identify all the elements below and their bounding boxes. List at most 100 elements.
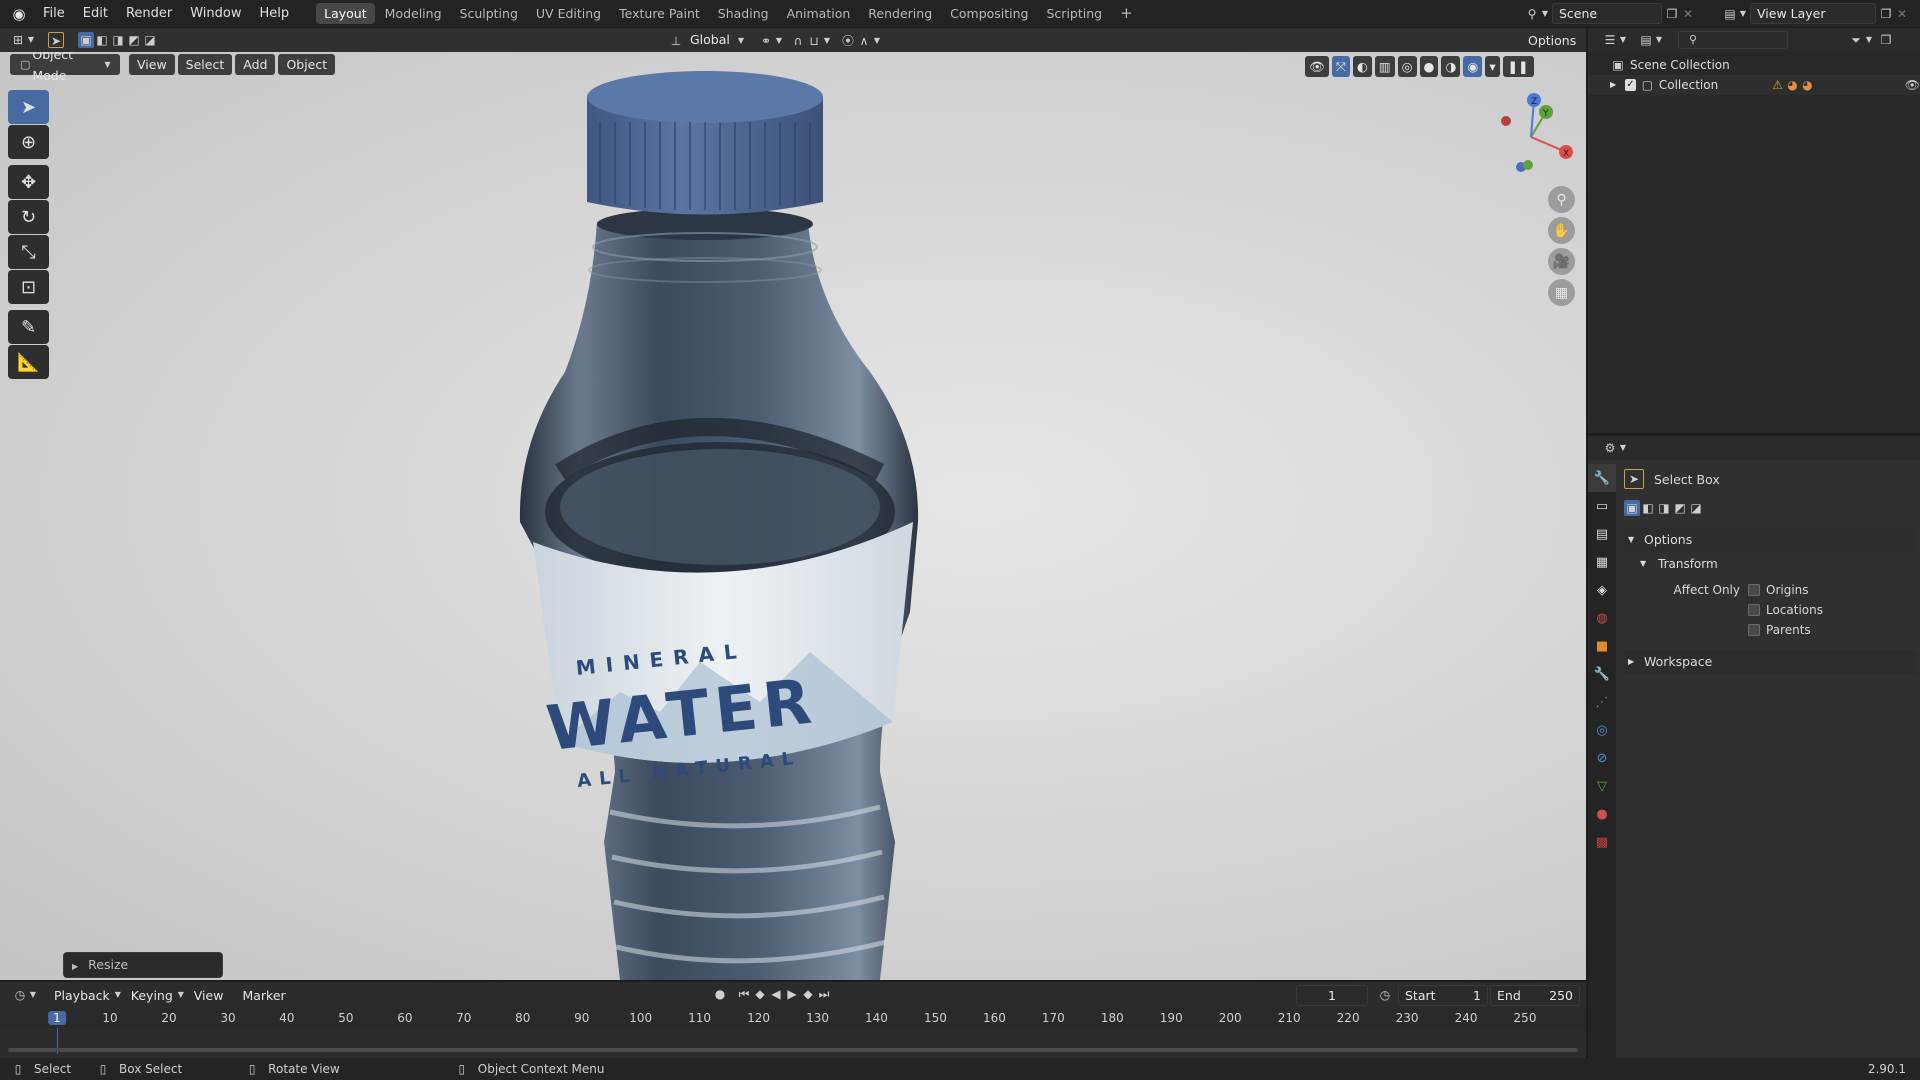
add-workspace-button[interactable]: + xyxy=(1112,3,1141,24)
tab-texture-paint[interactable]: Texture Paint xyxy=(611,3,708,24)
mode-new-icon[interactable]: ▣ xyxy=(78,32,94,48)
jump-end-icon[interactable]: ⏭ xyxy=(816,986,832,1002)
editor-type-icon[interactable]: ⚙ xyxy=(1602,440,1618,456)
frame-ruler[interactable]: 1 10 20 30 40 50 60 70 80 90 100 110 120 130 140 150 160… xyxy=(0,1008,1586,1054)
new-collection-icon[interactable]: ❐ xyxy=(1878,32,1894,48)
play-icon[interactable]: ▶ xyxy=(784,986,800,1002)
tab-shading[interactable]: Shading xyxy=(710,3,777,24)
world-tab-icon[interactable]: ◍ xyxy=(1588,604,1616,632)
workspace-section-header[interactable]: ▶ Workspace xyxy=(1624,650,1916,674)
mode-extend-icon[interactable]: ◧ xyxy=(1640,500,1656,516)
jump-keyframe-back-icon[interactable]: ◆ xyxy=(752,986,768,1002)
camera-view-icon[interactable]: 🎥 xyxy=(1548,248,1575,275)
locations-checkbox[interactable] xyxy=(1748,604,1760,616)
filter-icon[interactable]: ⏷ xyxy=(1848,32,1864,48)
rotate-tool-button[interactable]: ↻ xyxy=(8,200,49,234)
expand-arrow-icon[interactable]: ▶ xyxy=(1610,75,1625,95)
copy-icon[interactable]: ❐ xyxy=(1878,6,1894,22)
material-shading-icon[interactable]: ◑ xyxy=(1441,56,1461,77)
editor-type-icon[interactable]: ◷ xyxy=(12,987,28,1003)
menu-playback[interactable]: Playback xyxy=(46,985,118,1006)
editor-type-icon[interactable]: ☰ xyxy=(1602,32,1618,48)
object-tab-icon[interactable]: ■ xyxy=(1588,632,1616,660)
cursor-tool-button[interactable]: ⊕ xyxy=(8,125,49,159)
snap-icon[interactable]: ∩ xyxy=(790,33,806,49)
view-layer-tab-icon[interactable]: ▦ xyxy=(1588,548,1616,576)
play-reverse-icon[interactable]: ◀ xyxy=(768,986,784,1002)
zoom-icon[interactable]: ⚲ xyxy=(1548,186,1575,213)
blender-logo-icon[interactable]: ◉ xyxy=(10,6,28,22)
copy-icon[interactable]: ❐ xyxy=(1664,6,1680,22)
pivot-icon[interactable]: ⚭ xyxy=(758,33,774,49)
data-tab-icon[interactable]: ▽ xyxy=(1588,772,1616,800)
outliner-search[interactable]: ⚲ xyxy=(1678,31,1788,49)
scene-field[interactable]: Scene xyxy=(1552,3,1662,24)
mode-intersect-icon[interactable]: ◪ xyxy=(142,32,158,48)
select-box-tool-button[interactable]: ➤ xyxy=(8,90,49,124)
particles-tab-icon[interactable]: ⋰ xyxy=(1588,688,1616,716)
physics-tab-icon[interactable]: ◎ xyxy=(1588,716,1616,744)
light-icon[interactable]: ⚠ xyxy=(1770,77,1785,93)
solid-shading-icon[interactable]: ● xyxy=(1419,56,1439,77)
menu-edit[interactable]: Edit xyxy=(74,6,117,21)
collection-checkbox[interactable]: ✓ xyxy=(1624,79,1636,91)
record-icon[interactable]: ● xyxy=(712,986,728,1002)
outliner-row-collection[interactable]: ▶ ✓ ▢ Collection ⚠ ◕ ◕ 👁 xyxy=(1588,75,1920,95)
viewport-menu-select[interactable]: Select xyxy=(177,54,233,75)
menu-keying[interactable]: Keying xyxy=(123,985,181,1006)
tab-modeling[interactable]: Modeling xyxy=(377,3,450,24)
mode-subtract-icon[interactable]: ◨ xyxy=(1656,500,1672,516)
view-layer-field[interactable]: View Layer xyxy=(1750,3,1876,24)
menu-window[interactable]: Window xyxy=(181,6,250,21)
current-frame-field[interactable]: 1 xyxy=(1296,985,1368,1006)
jump-start-icon[interactable]: ⏮ xyxy=(736,986,752,1002)
3d-viewport[interactable]: MINERAL WATER ALL NATURAL ▢ Object Mode … xyxy=(0,52,1586,980)
move-tool-button[interactable]: ✥ xyxy=(8,165,49,199)
chevron-down-icon[interactable]: ▾ xyxy=(1485,56,1500,77)
annotate-tool-button[interactable]: ✎ xyxy=(8,310,49,344)
clock-icon[interactable]: ◷ xyxy=(1377,987,1393,1003)
outliner-row-scene-collection[interactable]: ▣ Scene Collection xyxy=(1588,55,1920,75)
origins-checkbox[interactable] xyxy=(1748,584,1760,596)
render-icon[interactable]: ◕ xyxy=(1800,77,1815,93)
jump-keyframe-forward-icon[interactable]: ◆ xyxy=(800,986,816,1002)
mode-invert-icon[interactable]: ◩ xyxy=(1672,500,1688,516)
output-tab-icon[interactable]: ▤ xyxy=(1588,520,1616,548)
mode-intersect-icon[interactable]: ◪ xyxy=(1688,500,1704,516)
overlay-toggle-icon[interactable]: ◐ xyxy=(1352,56,1372,77)
display-mode-icon[interactable]: ▤ xyxy=(1638,32,1654,48)
camera-icon[interactable]: ◕ xyxy=(1785,77,1800,93)
transform-subsection-header[interactable]: ▼ Transform xyxy=(1624,552,1916,576)
mode-invert-icon[interactable]: ◩ xyxy=(126,32,142,48)
snap-target-icon[interactable]: ⊔ xyxy=(806,33,822,49)
mode-extend-icon[interactable]: ◧ xyxy=(94,32,110,48)
mode-new-icon[interactable]: ▣ xyxy=(1624,500,1640,516)
close-icon[interactable]: ✕ xyxy=(1680,6,1696,22)
timeline-scrollbar[interactable] xyxy=(8,1048,1578,1052)
scale-tool-button[interactable]: ⤡ xyxy=(8,235,49,269)
tab-compositing[interactable]: Compositing xyxy=(942,3,1036,24)
start-frame-field[interactable]: Start 1 xyxy=(1398,985,1488,1006)
menu-marker[interactable]: Marker xyxy=(234,985,293,1006)
render-tab-icon[interactable]: ▭ xyxy=(1588,492,1616,520)
proportional-edit-icon[interactable]: ⦿ xyxy=(840,33,856,49)
pause-render-icon[interactable]: ❚❚ xyxy=(1502,56,1534,77)
menu-help[interactable]: Help xyxy=(251,6,299,21)
options-section-header[interactable]: ▼ Options xyxy=(1624,528,1916,552)
transform-tool-button[interactable]: ⊡ xyxy=(8,270,49,304)
viewport-menu-object[interactable]: Object xyxy=(278,54,336,75)
menu-render[interactable]: Render xyxy=(117,6,181,21)
editor-type-icon[interactable]: ⊞ xyxy=(10,32,26,48)
last-operator-panel[interactable]: ▶ Resize xyxy=(63,952,223,978)
rendered-shading-icon[interactable]: ◉ xyxy=(1463,56,1483,77)
tab-animation[interactable]: Animation xyxy=(779,3,859,24)
viewport-menu-view[interactable]: View xyxy=(129,54,175,75)
tab-rendering[interactable]: Rendering xyxy=(860,3,940,24)
texture-tab-icon[interactable]: ▩ xyxy=(1588,828,1616,856)
tab-layout[interactable]: Layout xyxy=(316,3,375,24)
options-dropdown[interactable]: Options ▼ xyxy=(1520,30,1585,68)
view-layer-icon[interactable]: ▤ xyxy=(1722,6,1738,22)
material-tab-icon[interactable]: ● xyxy=(1588,800,1616,828)
menu-file[interactable]: File xyxy=(34,6,74,21)
end-frame-field[interactable]: End 250 xyxy=(1490,985,1580,1006)
